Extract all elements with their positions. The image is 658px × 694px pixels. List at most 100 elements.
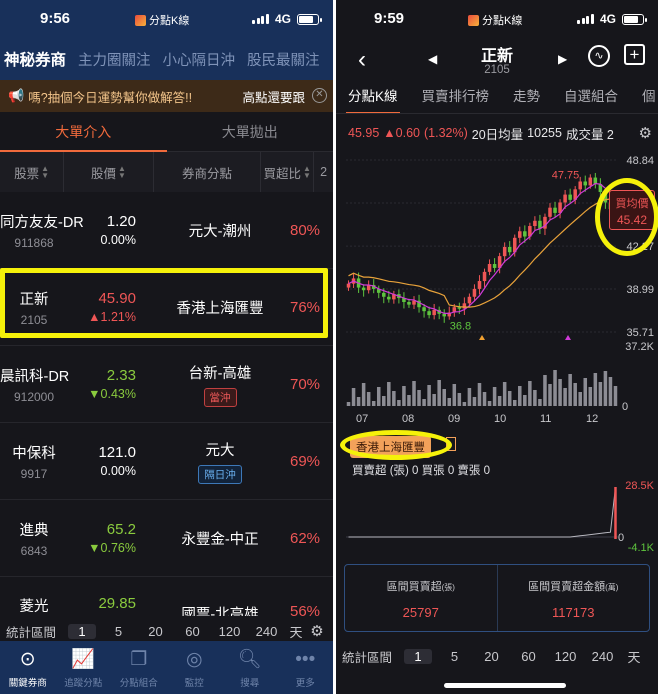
stock-name: 菱光: [19, 599, 49, 615]
summary-label: 區間買賣超金額(萬): [498, 578, 650, 594]
status-app-label: 分點K線: [482, 15, 523, 27]
nav-main-force[interactable]: 主力圈關注: [78, 49, 151, 70]
y-tick-label: 42.27: [626, 241, 654, 253]
tab-watchlist[interactable]: 自選組合: [552, 82, 630, 113]
chart-tabs: 分點K線 買賣排行榜 走勢 自選組合 個: [336, 82, 658, 114]
header-ratio[interactable]: 買超比 ▲ ▼: [261, 152, 315, 192]
x-tick-label: 12: [586, 413, 598, 425]
interval-120[interactable]: 120: [547, 649, 584, 664]
candle-body: [472, 288, 477, 297]
add-icon[interactable]: +: [624, 44, 645, 65]
volume-bar: [371, 401, 376, 406]
copy-icon: ❐: [130, 649, 148, 670]
tab-more[interactable]: ••• 更多: [278, 641, 334, 694]
volume-bar: [392, 391, 396, 406]
interval-5[interactable]: 5: [100, 624, 137, 639]
candle-body: [507, 246, 512, 253]
status-app: 分點K線: [468, 12, 522, 28]
tab-monitor[interactable]: ◎ 監控: [167, 641, 223, 694]
event-marker: [565, 335, 571, 340]
volume-bar: [387, 382, 391, 406]
interval-20[interactable]: 20: [137, 624, 174, 639]
candle-body: [387, 296, 391, 300]
candle-body: [548, 207, 552, 217]
volume-bar: [442, 389, 446, 406]
interval-240[interactable]: 240: [248, 624, 285, 639]
candle-body: [502, 246, 507, 257]
tab-branch-kline[interactable]: 分點K線: [336, 82, 410, 113]
tab-search[interactable]: 🔍︎ 搜尋: [222, 641, 278, 694]
tab-trend[interactable]: 走勢: [501, 82, 552, 113]
candle-body: [467, 296, 472, 304]
interval-60[interactable]: 60: [174, 624, 211, 639]
banner-right-text: 高點還要跟: [242, 90, 305, 105]
summary-label-text: 區間買賣超: [386, 581, 442, 593]
stock-price: 2.33: [106, 367, 136, 384]
candle-body: [568, 194, 572, 200]
tab-track[interactable]: 📈 追蹤分點: [56, 641, 112, 694]
volume-bar: [502, 382, 507, 406]
tab-more[interactable]: 個: [630, 82, 658, 113]
more-icon: •••: [295, 649, 316, 670]
table-row[interactable]: 正新 2105 45.90 ▲1.21% 香港上海匯豐 76%: [0, 269, 333, 346]
header-stock[interactable]: 股票 ▲ ▼: [0, 152, 65, 192]
gear-icon[interactable]: ⚙: [307, 622, 327, 640]
interval-5[interactable]: 5: [436, 649, 473, 664]
avg-price-value: 45.42: [616, 213, 648, 227]
tab-combo[interactable]: ❐ 分點組合: [111, 641, 167, 694]
tab-big-sell[interactable]: 大單拋出: [167, 112, 334, 151]
volume-bar: [568, 374, 572, 406]
candle-body: [442, 313, 446, 317]
tab-ranking[interactable]: 買賣排行榜: [410, 82, 502, 113]
stock-price: 45.90: [98, 290, 136, 307]
volume-bar: [462, 402, 467, 406]
y-tick-label: 0: [622, 401, 628, 413]
table-row[interactable]: 同方友友-DR 911868 1.20 0.00% 元大-潮州 80%: [0, 192, 333, 269]
interval-1[interactable]: 1: [404, 648, 433, 664]
volume-bar: [417, 390, 421, 406]
gear-icon[interactable]: ⚙: [639, 124, 652, 142]
status-indicators: 4G: [577, 12, 647, 26]
app-icon: [135, 14, 146, 26]
close-icon[interactable]: ✕: [312, 88, 327, 103]
promo-banner[interactable]: 📢 嗎?抽個今日運勢幫你做解答!! 高點還要跟 ✕: [0, 80, 333, 112]
volume-bar: [457, 393, 462, 406]
table-row[interactable]: 進典 6843 65.2 ▼0.76% 永豐金-中正 62%: [0, 500, 333, 577]
compare-icon[interactable]: ∿: [588, 45, 610, 67]
candle-body: [583, 181, 588, 186]
net-buy-line: [348, 486, 616, 538]
nav-mystery-broker[interactable]: 神秘券商: [4, 48, 66, 70]
home-indicator: [444, 683, 566, 688]
next-stock-icon[interactable]: ▶: [558, 52, 567, 66]
tab-key-broker[interactable]: ⊙ 關鍵券商: [0, 641, 56, 694]
volume-bar: [598, 382, 603, 406]
volume-bar: [437, 380, 441, 406]
nav-popular[interactable]: 股民最關注: [247, 49, 320, 70]
x-tick-label: 10: [494, 413, 506, 425]
avg-price-label: 買均價: [615, 198, 649, 210]
volume-bar: [407, 395, 411, 406]
table-row[interactable]: 中保科 9917 121.0 0.00% 元大 隔日沖 69%: [0, 423, 333, 500]
summary-card: 區間買賣超(張) 25797 區間買賣超金額(萬) 117173: [344, 564, 650, 632]
megaphone-icon: 📢: [8, 88, 25, 103]
nav-day-trade[interactable]: 小心隔日沖: [163, 49, 236, 70]
volume-bar: [608, 377, 613, 406]
header-price[interactable]: 股價 ▲ ▼: [64, 152, 154, 192]
interval-20[interactable]: 20: [473, 649, 510, 664]
interval-60[interactable]: 60: [510, 649, 547, 664]
volume-bar: [402, 386, 406, 406]
stock-code: 912000: [13, 389, 55, 404]
stock-code: 9917: [20, 466, 48, 481]
broker-tag[interactable]: 香港上海匯豐: [350, 436, 431, 458]
table-row[interactable]: 晨訊科-DR 912000 2.33 ▼0.43% 台新-高雄 當沖 70%: [0, 346, 333, 423]
sort-icon: ▲ ▼: [41, 164, 50, 180]
interval-1[interactable]: 1: [68, 623, 97, 639]
y-tick-label: 37.2K: [625, 341, 654, 353]
interval-label: 統計區間: [6, 625, 57, 640]
interval-label: 統計區間: [342, 650, 393, 665]
ma-label: 20日均量: [471, 127, 524, 142]
interval-240[interactable]: 240: [584, 649, 621, 664]
broker-name: 永豐金-中正: [181, 531, 259, 548]
tab-big-buy[interactable]: 大單介入: [0, 112, 167, 152]
interval-120[interactable]: 120: [211, 624, 248, 639]
